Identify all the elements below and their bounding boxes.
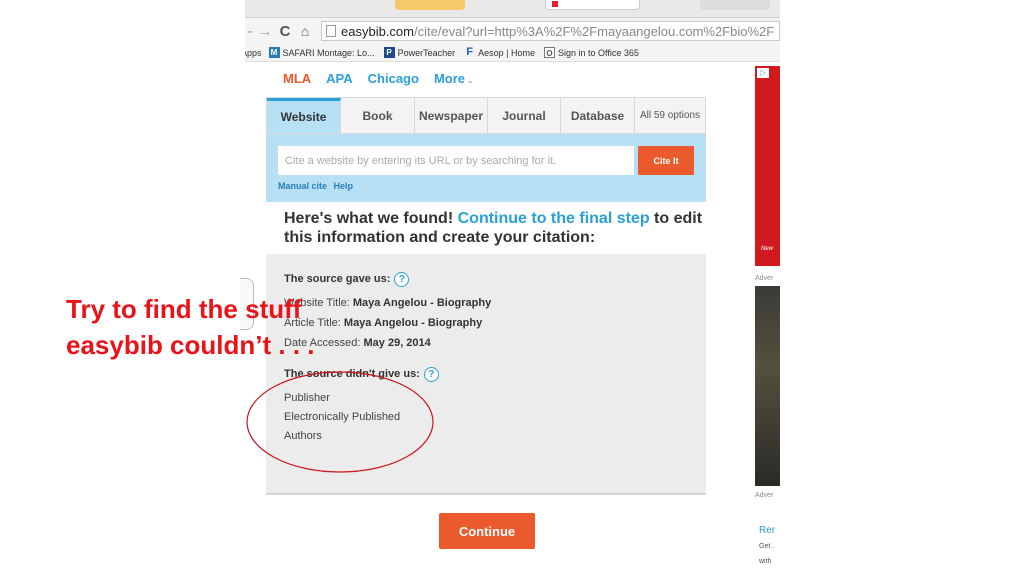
favicon-icon [552, 1, 558, 7]
final-step-link[interactable]: Continue to the final step [458, 210, 650, 227]
source-type-tabs: Website Book Newspaper Journal Database … [266, 97, 706, 134]
search-input[interactable]: Cite a website by entering its URL or by… [278, 146, 634, 175]
bookmark-powerteacher[interactable]: P PowerTeacher [383, 47, 456, 58]
ad-subtext: Get . [759, 543, 775, 550]
tab-journal[interactable]: Journal [488, 98, 561, 133]
tab-all-options[interactable]: All 59 options [635, 98, 705, 133]
style-chicago[interactable]: Chicago [368, 71, 419, 86]
ad-subtext: with [759, 558, 772, 565]
bookmark-label: Aesop | Home [478, 47, 535, 58]
cite-links: Manual cite Help [278, 181, 357, 191]
field-value: May 29, 2014 [363, 337, 431, 349]
annotation-line-1: Try to find the stuff [66, 294, 302, 324]
manual-cite-link[interactable]: Manual cite [278, 181, 327, 191]
didnt-give-title-text: The source didn't give us: [284, 368, 420, 380]
field-value: Maya Angelou - Biography [352, 297, 492, 309]
didnt-give-title: The source didn't give us: ? [284, 365, 706, 383]
browser-tab-active[interactable] [545, 0, 640, 10]
browser-screenshot: - → C ⌂ easybib.com/cite/eval?url=http%3… [245, 0, 780, 576]
bookmark-label: PowerTeacher [397, 47, 456, 58]
reload-icon[interactable]: C [275, 23, 295, 40]
aesop-icon: F [466, 46, 473, 58]
help-icon[interactable]: ? [423, 366, 439, 382]
browser-tab-strip [245, 0, 780, 18]
search-row: Cite a website by entering its URL or by… [278, 146, 695, 175]
tab-website[interactable]: Website [267, 98, 341, 133]
adchoices-icon[interactable]: ▷ [757, 68, 769, 78]
advertisement-banner[interactable]: ▷ New [755, 66, 780, 266]
help-icon[interactable]: ? [394, 271, 410, 287]
style-mla[interactable]: MLA [283, 71, 311, 86]
results-panel: The source gave us: ? Website Title: May… [266, 254, 706, 495]
missing-authors: Authors [284, 430, 322, 442]
tab-book[interactable]: Book [341, 98, 415, 133]
url-domain: easybib.com [341, 23, 414, 39]
ad-text: New [761, 246, 774, 252]
citation-style-tabs: MLA APA Chicago More ⌄ [283, 71, 489, 86]
field-value: Maya Angelou - Biography [343, 317, 483, 329]
missing-publisher: Publisher [284, 392, 330, 404]
bookmark-office365[interactable]: O Sign in to Office 365 [543, 47, 639, 58]
gave-us-title: The source gave us: ? [284, 270, 706, 288]
slide-annotation: Try to find the stuff easybib couldn’t .… [66, 291, 315, 363]
field-website-title: Website Title: Maya Angelou - Biography [284, 294, 706, 313]
page-icon [326, 25, 336, 37]
field-article-title: Article Title: Maya Angelou - Biography [284, 314, 706, 333]
ad-label: Adver [755, 275, 774, 282]
style-apa[interactable]: APA [326, 71, 352, 86]
advertisement-image[interactable] [755, 286, 780, 486]
bookmark-label: Sign in to Office 365 [557, 47, 639, 58]
help-link[interactable]: Help [334, 181, 354, 191]
continue-button[interactable]: Continue [439, 513, 535, 549]
missing-electronically-published: Electronically Published [284, 411, 401, 423]
office365-icon: O [543, 47, 555, 58]
tab-newspaper[interactable]: Newspaper [415, 98, 488, 133]
found-heading: Here's what we found! Continue to the fi… [284, 209, 714, 247]
tab-database[interactable]: Database [561, 98, 635, 133]
chevron-down-icon: ⌄ [467, 76, 474, 85]
home-icon[interactable]: ⌂ [295, 23, 315, 39]
ad-label: Adver [755, 492, 774, 499]
url-path: /cite/eval?url=http%3A%2F%2Fmayaangelou.… [413, 23, 775, 39]
annotation-line-2: easybib couldn’t . . . [66, 330, 315, 360]
cite-it-button[interactable]: Cite It [638, 146, 694, 175]
style-more-label: More [433, 71, 466, 86]
ad-link[interactable]: Rer [759, 525, 775, 536]
field-date-accessed: Date Accessed: May 29, 2014 [284, 334, 706, 353]
gave-us-title-text: The source gave us: [284, 273, 391, 285]
browser-tab[interactable] [395, 0, 465, 10]
bookmark-apps[interactable]: Apps [245, 48, 262, 58]
bookmark-label: SAFARI Montage: Lo... [282, 47, 375, 58]
powerteacher-icon: P [383, 47, 395, 58]
bookmarks-bar: Apps M SAFARI Montage: Lo... P PowerTeac… [245, 44, 780, 62]
back-arrow-icon[interactable]: - [245, 23, 255, 40]
address-bar[interactable]: easybib.com/cite/eval?url=http%3A%2F%2Fm… [321, 21, 780, 41]
safari-montage-icon: M [268, 47, 280, 58]
found-heading-prefix: Here's what we found! [284, 210, 458, 227]
bookmark-safari-montage[interactable]: M SAFARI Montage: Lo... [268, 47, 375, 58]
forward-arrow-icon[interactable]: → [255, 23, 275, 40]
cite-panel: Website Book Newspaper Journal Database … [266, 97, 706, 202]
browser-tab[interactable] [700, 0, 770, 10]
bookmark-aesop[interactable]: F Aesop | Home [464, 47, 535, 58]
style-more[interactable]: More ⌄ [434, 71, 474, 86]
browser-toolbar: - → C ⌂ easybib.com/cite/eval?url=http%3… [245, 18, 780, 44]
